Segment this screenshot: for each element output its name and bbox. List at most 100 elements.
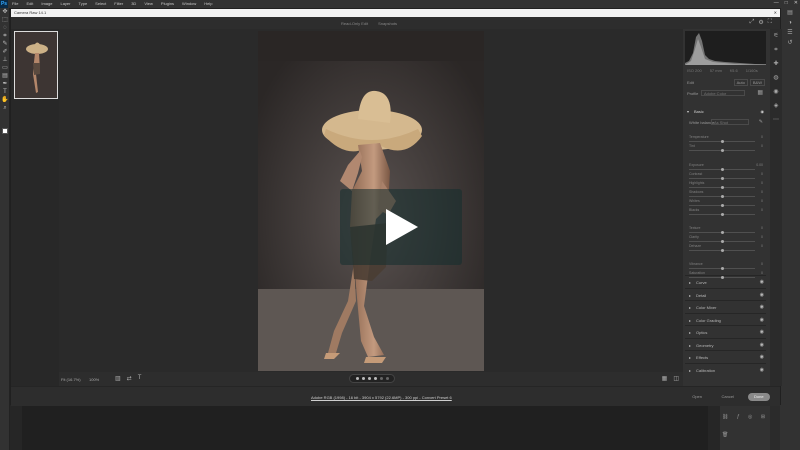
menu-filter[interactable]: Filter (110, 0, 127, 8)
eye-icon[interactable]: ◉ (760, 317, 764, 323)
slider-handle[interactable] (721, 267, 724, 270)
marquee-tool-icon[interactable]: ⬚ (0, 16, 10, 24)
layers-icon[interactable]: ▤ (780, 8, 800, 18)
section-curve[interactable]: ▸ Curve ◉ (685, 275, 766, 287)
rating-dot[interactable] (379, 377, 383, 380)
eye-icon[interactable]: ◉ (760, 367, 764, 373)
history-icon[interactable]: ↺ (780, 38, 800, 48)
rating-dot[interactable] (385, 377, 389, 380)
maximize-button[interactable]: □ (785, 0, 788, 6)
section-optics[interactable]: ▸ Optics ◉ (685, 325, 766, 337)
slider-blacks[interactable]: Blacks 0 (689, 208, 765, 218)
crop-tool-icon[interactable]: ⌗ (0, 32, 10, 40)
section-detail[interactable]: ▸ Detail ◉ (685, 287, 766, 300)
white-balance-select[interactable]: As Shot (711, 119, 749, 125)
zoom-tool-icon[interactable]: ⌕ (0, 104, 10, 112)
slider-handle[interactable] (721, 195, 724, 198)
new-layer-icon[interactable]: ⊞ (761, 414, 765, 420)
bw-button[interactable]: B&W (749, 79, 765, 86)
presets-icon[interactable]: ◈ (770, 99, 782, 113)
slider-value[interactable]: 0 (761, 235, 763, 239)
gradient-tool-icon[interactable]: ▤ (0, 72, 10, 80)
menu-type[interactable]: Type (75, 0, 92, 8)
zoom-fit-label[interactable]: Fit (16.7%) (61, 377, 81, 382)
split-view-icon[interactable]: ◫ (673, 375, 679, 382)
video-play-overlay[interactable] (340, 189, 462, 265)
slider-tint[interactable]: Tint 0 (689, 144, 765, 154)
slider-handle[interactable] (721, 240, 724, 243)
slider-handle[interactable] (721, 177, 724, 180)
hand-tool-icon[interactable]: ✋ (0, 96, 10, 104)
menu-3d[interactable]: 3D (127, 0, 140, 8)
redeye-icon[interactable]: ◉ (770, 85, 782, 99)
menu-view[interactable]: View (140, 0, 157, 8)
profile-select[interactable]: Adobe Color (701, 90, 745, 96)
section-color-mixer[interactable]: ▸ Color Mixer ◉ (685, 300, 766, 312)
close-window-button[interactable]: ✕ (794, 0, 798, 6)
menu-plugins[interactable]: Plugins (157, 0, 178, 8)
dialog-close-icon[interactable]: ✕ (774, 9, 777, 17)
slider-value[interactable]: 0 (761, 172, 763, 176)
gear-icon[interactable]: ⚙ (758, 19, 763, 26)
eye-icon[interactable]: ◉ (760, 279, 764, 285)
tab-snapshots[interactable]: Snapshots (378, 21, 397, 26)
expand-icon[interactable]: ⛶ (768, 19, 772, 26)
eye-icon[interactable]: ◉ (760, 354, 764, 360)
done-button[interactable]: Done (748, 393, 770, 401)
slider-handle[interactable] (721, 140, 724, 143)
slider-value[interactable]: 0.00 (756, 163, 763, 167)
brush-tool-icon[interactable]: ✐ (0, 48, 10, 56)
heal-icon[interactable]: ✚ (770, 57, 782, 71)
link-icon[interactable]: ⛓ (722, 414, 728, 420)
menu-help[interactable]: Help (200, 0, 216, 8)
slider-handle[interactable] (721, 213, 724, 216)
crop-icon[interactable]: ⌗ (770, 43, 782, 57)
eye-icon[interactable]: ◉ (761, 109, 765, 114)
zoom-value[interactable]: 100% (89, 377, 99, 382)
slider-value[interactable]: 0 (761, 135, 763, 139)
section-basic[interactable]: ▾ Basic ◉ (685, 108, 766, 116)
menu-layer[interactable]: Layer (56, 0, 74, 8)
eye-icon[interactable]: ◉ (760, 329, 764, 335)
properties-icon[interactable]: ☰ (780, 28, 800, 38)
slider-value[interactable]: 0 (761, 144, 763, 148)
open-button[interactable]: Open (686, 393, 708, 401)
image-preview[interactable] (59, 29, 683, 372)
tab-read-only-edit[interactable]: Read-Only Edit (341, 21, 368, 26)
edit-icon[interactable]: ⚟ (770, 29, 782, 43)
trash-icon[interactable]: 🗑 (722, 432, 728, 438)
eraser-tool-icon[interactable]: ▭ (0, 64, 10, 72)
rating-dot[interactable] (361, 377, 365, 380)
more-icon[interactable]: ⋯ (770, 113, 782, 127)
move-tool-icon[interactable]: ✥ (0, 8, 10, 16)
menu-window[interactable]: Window (178, 0, 200, 8)
slider-value[interactable]: 0 (761, 262, 763, 266)
grid-view-icon[interactable]: ▦ (662, 375, 668, 382)
eyedropper-tool-icon[interactable]: ✎ (0, 40, 10, 48)
slider-handle[interactable] (721, 186, 724, 189)
filmstrip-thumbnail[interactable] (14, 31, 58, 99)
eyedropper-icon[interactable]: ✎ (759, 119, 763, 125)
mask-icon[interactable]: ◍ (770, 71, 782, 85)
section-calibration[interactable]: ▸ Calibration ◉ (685, 362, 766, 375)
menu-select[interactable]: Select (91, 0, 110, 8)
menu-image[interactable]: Image (37, 0, 56, 8)
menu-file[interactable]: File (8, 0, 22, 8)
slider-value[interactable]: 0 (761, 244, 763, 248)
rating-dots[interactable] (349, 374, 395, 383)
slider-value[interactable]: 0 (761, 190, 763, 194)
type-tool-icon[interactable]: T (0, 88, 10, 96)
pen-tool-icon[interactable]: ✒ (0, 80, 10, 88)
section-geometry[interactable]: ▸ Geometry ◉ (685, 337, 766, 350)
lasso-tool-icon[interactable]: ◌ (0, 24, 10, 32)
slider-dehaze[interactable]: Dehaze 0 (689, 244, 765, 254)
text-icon[interactable]: T (138, 375, 142, 382)
foreground-color-swatch[interactable] (2, 128, 8, 134)
section-effects[interactable]: ▸ Effects ◉ (685, 350, 766, 362)
compare-view-icon[interactable]: ▥ (115, 375, 121, 382)
slider-handle[interactable] (721, 149, 724, 152)
slider-value[interactable]: 0 (761, 226, 763, 230)
eye-icon[interactable]: ◉ (760, 292, 764, 298)
slider-handle[interactable] (721, 204, 724, 207)
rating-dot[interactable] (355, 377, 359, 380)
